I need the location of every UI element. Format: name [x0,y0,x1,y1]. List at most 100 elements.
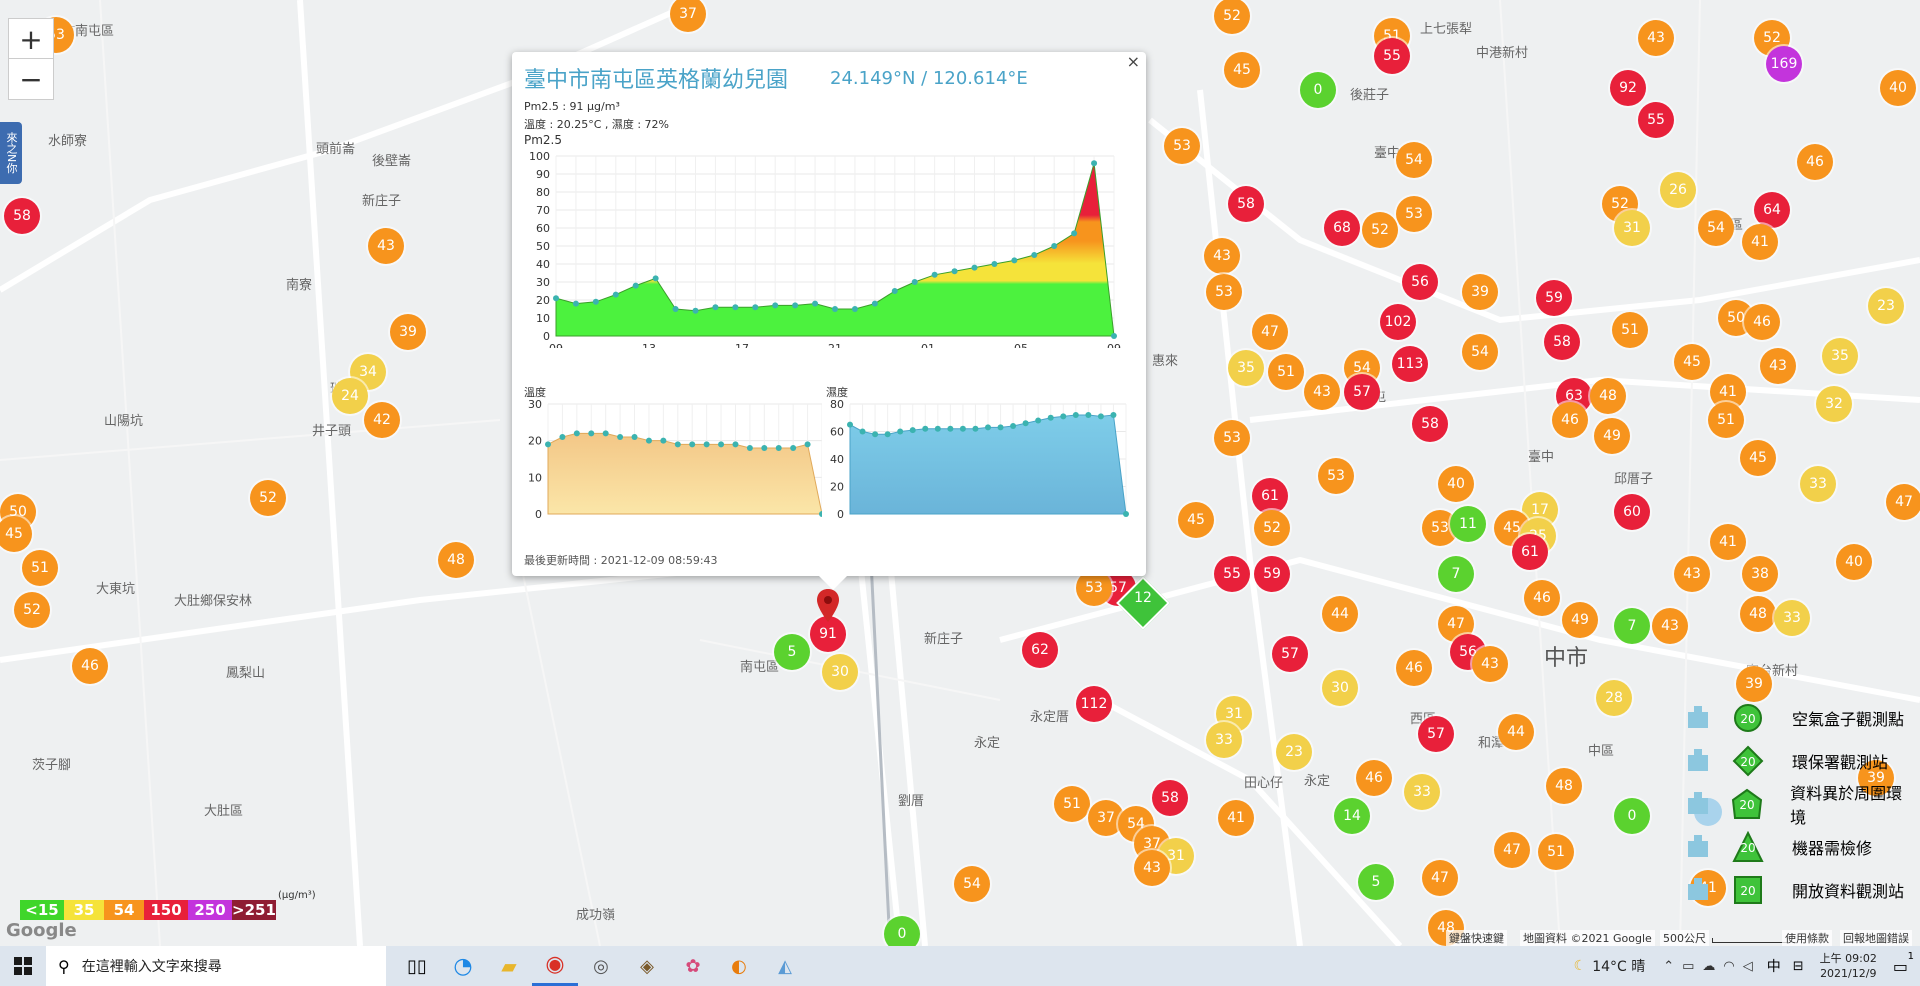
sensor-marker[interactable]: 51 [1612,312,1648,348]
sensor-marker[interactable]: 0 [1300,72,1336,108]
sensor-marker[interactable]: 35 [1822,338,1858,374]
app-icon-3[interactable]: ✿ [670,946,716,986]
sensor-marker[interactable]: 43 [1652,608,1688,644]
sensor-marker[interactable]: 43 [1304,374,1340,410]
sensor-marker[interactable]: 68 [1324,210,1360,246]
sensor-marker[interactable]: 41 [1710,524,1746,560]
sensor-marker[interactable]: 5 [1358,864,1394,900]
sensor-marker[interactable]: 53 [1396,196,1432,232]
sensor-marker[interactable]: 47 [1422,860,1458,896]
sensor-marker[interactable]: 53 [1206,274,1242,310]
sensor-marker[interactable]: 60 [1614,494,1650,530]
sensor-marker[interactable]: 43 [1134,850,1170,886]
sensor-marker[interactable]: 46 [72,648,108,684]
sensor-marker[interactable]: 39 [390,314,426,350]
sensor-marker[interactable]: 54 [1462,334,1498,370]
sensor-marker[interactable]: 11 [1450,506,1486,542]
sensor-marker[interactable]: 58 [1228,186,1264,222]
clock[interactable]: 上午 09:02 2021/12/9 [1820,951,1877,981]
app-icon-4[interactable]: ◭ [762,946,808,986]
sensor-marker[interactable]: 45 [1740,440,1776,476]
sensor-marker[interactable]: 43 [368,228,404,264]
sensor-marker[interactable]: 59 [1254,556,1290,592]
sensor-marker[interactable]: 33 [1774,600,1810,636]
sensor-marker[interactable]: 28 [1596,680,1632,716]
sensor-marker[interactable]: 39 [1736,666,1772,702]
ime-mode-icon[interactable]: ⊟ [1793,959,1804,974]
sensor-marker[interactable]: 64 [1754,192,1790,228]
sensor-marker[interactable]: 7 [1614,608,1650,644]
sensor-marker[interactable]: 33 [1800,466,1836,502]
sensor-marker[interactable]: 46 [1552,402,1588,438]
sensor-marker[interactable]: 45 [1178,502,1214,538]
side-panel-tab[interactable]: 來之N你 [0,122,22,184]
sensor-marker[interactable]: 39 [1462,274,1498,310]
app-icon-2[interactable]: ◈ [624,946,670,986]
notification-icon[interactable]: ▭ 1 [1893,951,1914,976]
sensor-marker[interactable]: 23 [1276,734,1312,770]
sensor-marker[interactable]: 92 [1610,70,1646,106]
windows-start-icon[interactable] [0,946,46,986]
sensor-marker[interactable]: 40 [1438,466,1474,502]
edge-browser-icon[interactable]: ◔ [440,946,486,986]
sensor-marker[interactable]: 35 [1228,350,1264,386]
sensor-marker[interactable]: 58 [1152,780,1188,816]
sensor-marker[interactable]: 43 [1674,556,1710,592]
sensor-marker[interactable]: 48 [1590,378,1626,414]
sensor-marker[interactable]: 54 [954,866,990,902]
sensor-marker[interactable]: 14 [1334,798,1370,834]
sensor-marker[interactable]: 55 [1638,102,1674,138]
task-view-icon[interactable]: ▯▯ [394,946,440,986]
sensor-marker[interactable]: 7 [1438,556,1474,592]
sensor-marker[interactable]: 48 [438,542,474,578]
ime-indicator[interactable]: 中 [1767,956,1781,976]
sensor-marker[interactable]: 49 [1562,602,1598,638]
sensor-marker[interactable]: 49 [1594,418,1630,454]
zoom-in-button[interactable]: + [8,18,54,60]
sensor-marker[interactable]: 58 [1412,406,1448,442]
sensor-marker[interactable]: 44 [1322,596,1358,632]
sensor-marker[interactable]: 24 [332,378,368,414]
sensor-marker[interactable]: 46 [1356,760,1392,796]
sensor-marker[interactable]: 41 [1742,224,1778,260]
sensor-marker[interactable]: 62 [1022,632,1058,668]
sensor-marker[interactable]: 61 [1512,534,1548,570]
sensor-marker[interactable]: 59 [1536,280,1572,316]
sensor-marker[interactable]: 61 [1252,478,1288,514]
sensor-marker[interactable]: 33 [1206,722,1242,758]
sensor-marker[interactable]: 23 [1868,288,1904,324]
sensor-marker[interactable]: 43 [1472,646,1508,682]
sensor-marker[interactable]: 43 [1204,238,1240,274]
sensor-marker[interactable]: 44 [1498,714,1534,750]
blender-icon[interactable]: ◐ [716,946,762,986]
sensor-marker[interactable]: 51 [1708,402,1744,438]
system-tray-icons[interactable]: ⌃▭☁◠◁ [1663,959,1761,974]
sensor-marker[interactable]: 112 [1076,686,1112,722]
sensor-marker[interactable]: 40 [1836,544,1872,580]
sensor-marker[interactable]: 54 [1396,142,1432,178]
sensor-marker[interactable]: 48 [1546,768,1582,804]
sensor-marker[interactable]: 40 [1880,70,1916,106]
sensor-marker[interactable]: 30 [822,654,858,690]
sensor-marker[interactable]: 53 [1318,458,1354,494]
zoom-out-button[interactable]: − [8,58,54,100]
map-canvas[interactable]: 臺中市南屯區 水師寮 頭前崙 後壁崙 新庄子 南寮 瑞峰 井子頭 山陽坑 大東坑… [0,0,1920,946]
sensor-marker[interactable]: 58 [1544,324,1580,360]
sensor-marker[interactable]: 47 [1252,314,1288,350]
sensor-marker[interactable]: 46 [1797,144,1833,180]
sensor-marker[interactable]: 48 [1740,596,1776,632]
app-icon-1[interactable]: ◎ [578,946,624,986]
sensor-marker[interactable]: 52 [14,592,50,628]
sensor-marker[interactable]: 51 [1054,786,1090,822]
sensor-marker[interactable]: 57 [1272,636,1308,672]
sensor-marker[interactable]: 26 [1660,172,1696,208]
sensor-marker[interactable]: 56 [1402,264,1438,300]
sensor-marker[interactable]: 102 [1380,304,1416,340]
sensor-marker[interactable]: 46 [1396,650,1432,686]
close-icon[interactable]: × [1127,52,1140,71]
sensor-marker[interactable]: 57 [1344,374,1380,410]
sensor-marker[interactable]: 46 [1524,580,1560,616]
sensor-marker[interactable]: 5 [774,634,810,670]
sensor-marker[interactable]: 53 [1164,128,1200,164]
sensor-marker[interactable]: 42 [364,402,400,438]
